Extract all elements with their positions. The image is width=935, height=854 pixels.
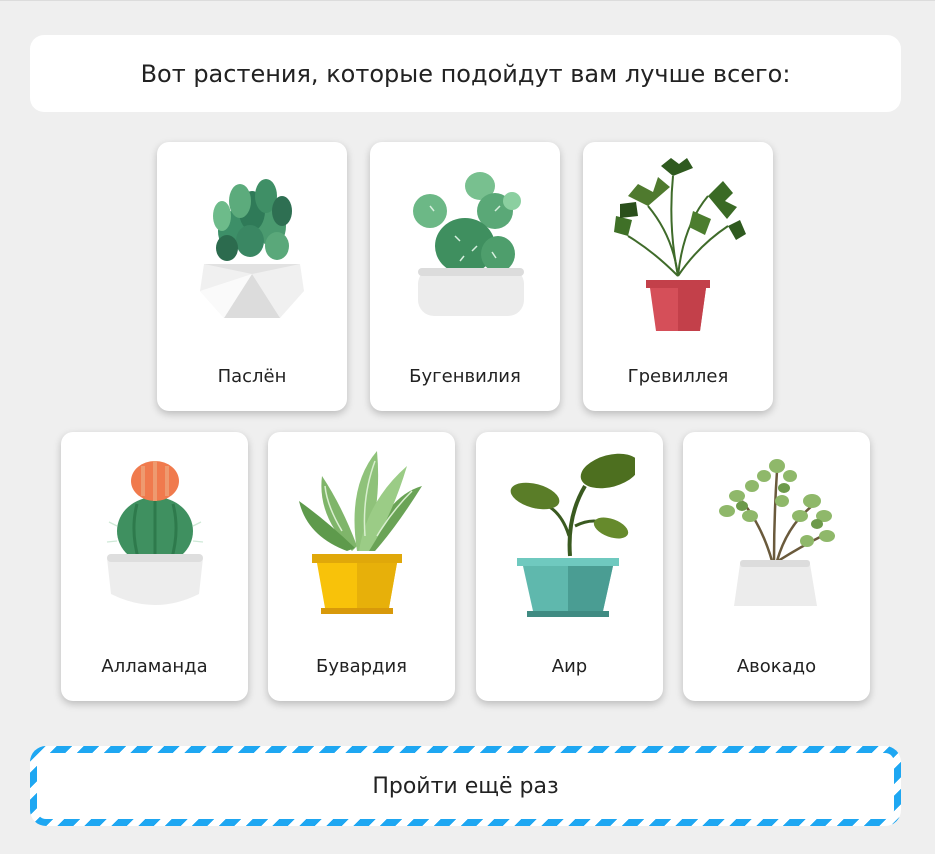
succulent-geometric-pot-icon — [200, 179, 304, 318]
plant-name: Гревиллея — [627, 366, 729, 387]
flowering-cactus-icon — [106, 461, 203, 605]
plant-name: Алламанда — [101, 656, 208, 677]
plant-name: Бувардия — [315, 656, 408, 677]
plant-name: Авокадо — [736, 656, 817, 677]
jade-plant-icon — [718, 459, 835, 606]
sprout-teal-pot-icon — [510, 453, 635, 617]
plant-card-bugenviliya[interactable]: Бугенвилия — [370, 142, 560, 411]
plant-card-avokado[interactable]: Авокадо — [683, 432, 870, 701]
cactus-white-pot-icon — [413, 172, 524, 316]
snake-plant-yellow-pot-icon — [298, 451, 422, 614]
top-divider — [0, 0, 935, 1]
plant-card-buvardiya[interactable]: Бувардия — [268, 432, 455, 701]
plant-name: Аир — [551, 656, 588, 677]
retry-quiz-button[interactable]: Пройти ещё раз — [30, 746, 901, 826]
page-title: Вот растения, которые подойдут вам лучше… — [140, 59, 791, 88]
plant-card-allamanda[interactable]: Алламанда — [61, 432, 248, 701]
plant-name: Паслён — [217, 366, 287, 387]
plant-name: Бугенвилия — [409, 366, 521, 387]
result-banner: Вот растения, которые подойдут вам лучше… — [30, 35, 901, 112]
plant-card-grevilleya[interactable]: Гревиллея — [583, 142, 773, 411]
plant-card-air[interactable]: Аир — [476, 432, 663, 701]
plant-card-paslen[interactable]: Паслён — [157, 142, 347, 411]
retry-button-label: Пройти ещё раз — [372, 773, 559, 799]
monstera-red-pot-icon — [614, 158, 746, 331]
